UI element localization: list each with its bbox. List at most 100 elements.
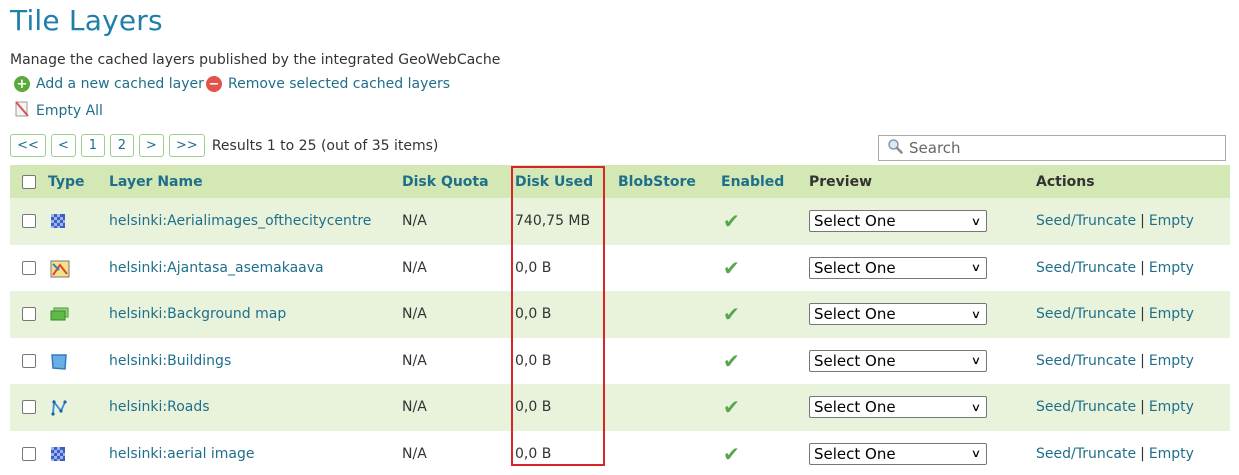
table-row: helsinki:aerial image N/A 0,0 B ✔ Select… [10, 430, 1230, 475]
magnifier-icon [887, 138, 903, 158]
header-blobstore[interactable]: BlobStore [618, 165, 721, 198]
blobstore-cell [618, 291, 721, 338]
seed-truncate-link[interactable]: Seed/Truncate [1036, 399, 1136, 415]
blobstore-cell [618, 384, 721, 431]
preview-cell: Select One ∨ [809, 384, 1036, 431]
header-type[interactable]: Type [48, 165, 109, 198]
preview-select-value: Select One [814, 351, 896, 370]
action-separator: | [1140, 259, 1145, 276]
seed-truncate-link[interactable]: Seed/Truncate [1036, 353, 1136, 369]
page-description: Manage the cached layers published by th… [10, 52, 501, 68]
layer-name-link[interactable]: helsinki:Background map [109, 306, 286, 322]
table-row: helsinki:Aerialimages_ofthecitycentre N/… [10, 198, 1230, 245]
search-input[interactable]: Search [878, 135, 1226, 161]
seed-truncate-link[interactable]: Seed/Truncate [1036, 306, 1136, 322]
page-1-button[interactable]: 1 [80, 134, 105, 157]
seed-truncate-link[interactable]: Seed/Truncate [1036, 446, 1136, 462]
action-separator: | [1140, 213, 1145, 230]
disk-used-cell: 0,0 B [515, 337, 618, 384]
disk-used-cell: 0,0 B [515, 430, 618, 475]
preview-select-value: Select One [814, 212, 896, 231]
layer-name-cell: helsinki:Buildings [109, 337, 402, 384]
row-checkbox[interactable] [22, 353, 36, 368]
action-separator: | [1140, 352, 1145, 369]
type-cell [48, 198, 109, 245]
select-all-cell [10, 165, 48, 198]
header-disk-quota[interactable]: Disk Quota [402, 165, 515, 198]
layers-table: Type Layer Name Disk Quota Disk Used Blo… [10, 165, 1230, 475]
preview-select[interactable]: Select One ∨ [809, 349, 987, 372]
header-disk-used[interactable]: Disk Used [515, 165, 618, 198]
preview-select-value: Select One [814, 444, 896, 463]
row-checkbox[interactable] [22, 214, 36, 229]
header-enabled[interactable]: Enabled [721, 165, 809, 198]
check-icon: ✔ [723, 395, 740, 420]
next-page-button[interactable]: > [138, 134, 164, 157]
preview-select[interactable]: Select One ∨ [809, 210, 987, 233]
row-checkbox[interactable] [22, 307, 36, 322]
chevron-down-icon: ∨ [970, 214, 982, 228]
preview-cell: Select One ∨ [809, 337, 1036, 384]
add-cached-layer-label: Add a new cached layer [36, 76, 204, 92]
preview-select[interactable]: Select One ∨ [809, 303, 987, 326]
enabled-cell: ✔ [721, 244, 809, 291]
row-select-cell [10, 198, 48, 245]
layer-name-link[interactable]: helsinki:Roads [109, 399, 210, 415]
enabled-cell: ✔ [721, 337, 809, 384]
page-2-button[interactable]: 2 [109, 134, 134, 157]
empty-all-label: Empty All [36, 103, 103, 119]
preview-cell: Select One ∨ [809, 244, 1036, 291]
preview-select[interactable]: Select One ∨ [809, 442, 987, 465]
enabled-cell: ✔ [721, 430, 809, 475]
layer-name-link[interactable]: helsinki:Buildings [109, 353, 231, 369]
check-icon: ✔ [723, 348, 740, 373]
empty-link[interactable]: Empty [1149, 260, 1194, 276]
empty-all-link[interactable]: Empty All [14, 101, 103, 121]
row-select-cell [10, 384, 48, 431]
seed-truncate-link[interactable]: Seed/Truncate [1036, 260, 1136, 276]
preview-select[interactable]: Select One ∨ [809, 396, 987, 419]
row-select-cell [10, 430, 48, 475]
seed-truncate-link[interactable]: Seed/Truncate [1036, 213, 1136, 229]
disk-used-cell: 0,0 B [515, 291, 618, 338]
chevron-down-icon: ∨ [970, 447, 982, 461]
table-row: helsinki:Roads N/A 0,0 B ✔ Select One ∨ … [10, 384, 1230, 431]
preview-select-value: Select One [814, 305, 896, 324]
polygon-icon [50, 353, 67, 370]
first-page-button[interactable]: << [10, 134, 46, 157]
pagination: << < 1 2 > >> Results 1 to 25 (out of 35… [10, 134, 438, 157]
layer-name-link[interactable]: helsinki:Aerialimages_ofthecitycentre [109, 213, 371, 229]
layer-name-link[interactable]: helsinki:aerial image [109, 446, 255, 462]
enabled-cell: ✔ [721, 198, 809, 245]
header-layer-name[interactable]: Layer Name [109, 165, 402, 198]
empty-link[interactable]: Empty [1149, 399, 1194, 415]
check-icon: ✔ [723, 441, 740, 466]
empty-link[interactable]: Empty [1149, 353, 1194, 369]
empty-link[interactable]: Empty [1149, 446, 1194, 462]
layer-name-cell: helsinki:Roads [109, 384, 402, 431]
chevron-down-icon: ∨ [970, 261, 982, 275]
empty-link[interactable]: Empty [1149, 306, 1194, 322]
action-separator: | [1140, 306, 1145, 323]
add-cached-layer-link[interactable]: + Add a new cached layer [14, 76, 204, 92]
actions-cell: Seed/Truncate | Empty [1036, 430, 1230, 475]
row-checkbox[interactable] [22, 400, 36, 415]
row-checkbox[interactable] [22, 446, 36, 461]
disk-used-cell: 740,75 MB [515, 198, 618, 245]
disk-used-cell: 0,0 B [515, 384, 618, 431]
empty-link[interactable]: Empty [1149, 213, 1194, 229]
layer-name-link[interactable]: helsinki:Ajantasa_asemakaava [109, 260, 324, 276]
select-all-checkbox[interactable] [22, 174, 36, 189]
disk-quota-cell: N/A [402, 430, 515, 475]
last-page-button[interactable]: >> [168, 134, 205, 157]
chevron-down-icon: ∨ [970, 354, 982, 368]
remove-cached-layers-link[interactable]: − Remove selected cached layers [206, 76, 450, 92]
type-cell [48, 244, 109, 291]
chevron-down-icon: ∨ [970, 400, 982, 414]
prev-page-button[interactable]: < [51, 134, 76, 157]
row-checkbox[interactable] [22, 260, 36, 275]
table-header-row: Type Layer Name Disk Quota Disk Used Blo… [10, 165, 1230, 198]
disk-quota-cell: N/A [402, 337, 515, 384]
preview-select[interactable]: Select One ∨ [809, 256, 987, 279]
action-separator: | [1140, 445, 1145, 462]
